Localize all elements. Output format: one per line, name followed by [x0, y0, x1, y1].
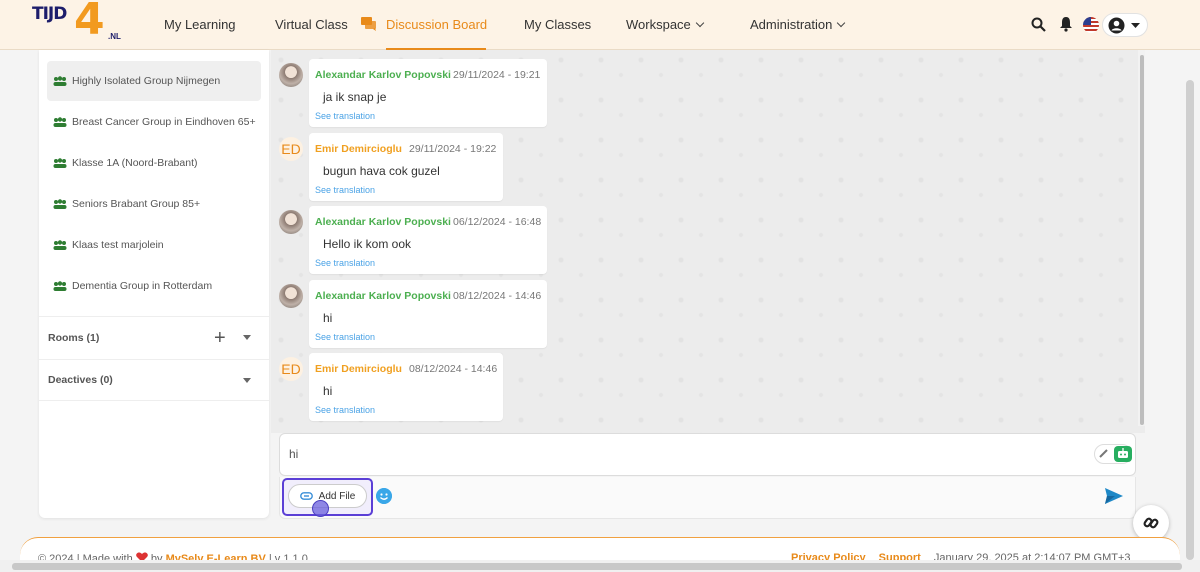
message-timestamp: 29/11/2024 - 19:21 [453, 69, 541, 81]
search-icon[interactable] [1031, 17, 1046, 32]
message-author[interactable]: Alexandar Karlov Popovski [315, 216, 451, 228]
message-text: hi [323, 384, 333, 398]
message-bubble: Emir Demircioglu 08/12/2024 - 14:46 hi S… [309, 353, 503, 421]
chevron-down-icon[interactable] [243, 335, 251, 340]
message-bubble: Alexandar Karlov Popovski 08/12/2024 - 1… [309, 280, 547, 348]
message-timestamp: 06/12/2024 - 16:48 [453, 216, 542, 228]
top-navbar: TIJD 4 .NL My Learning Virtual Class Dis… [0, 0, 1200, 50]
deactives-section-header[interactable]: Deactives (0) [39, 359, 269, 401]
group-icon [53, 76, 67, 86]
message-author[interactable]: Emir Demircioglu [315, 143, 402, 155]
composer-actions [279, 477, 1136, 519]
group-icon [53, 199, 67, 209]
nav-my-learning[interactable]: My Learning [164, 0, 236, 50]
nav-my-classes[interactable]: My Classes [524, 0, 591, 50]
avatar[interactable] [279, 284, 303, 308]
see-translation-link[interactable]: See translation [315, 332, 375, 342]
message-timestamp: 08/12/2024 - 14:46 [409, 363, 498, 375]
rooms-section-header[interactable]: Rooms (1) + [39, 316, 269, 358]
group-item[interactable]: Seniors Brabant Group 85+ [47, 184, 261, 224]
message-text: bugun hava cok guzel [323, 164, 440, 178]
nav-administration[interactable]: Administration [750, 0, 846, 50]
bell-icon[interactable] [1059, 16, 1073, 32]
add-room-icon[interactable]: + [214, 328, 226, 348]
group-icon [53, 240, 67, 250]
see-translation-link[interactable]: See translation [315, 185, 375, 195]
tijd4-logo[interactable]: TIJD 4 .NL [28, 0, 124, 46]
nav-discussion-board[interactable]: Discussion Board [386, 0, 487, 50]
message-text: ja ik snap je [323, 90, 387, 104]
nav-virtual-class[interactable]: Virtual Class [275, 0, 348, 50]
chevron-down-icon [695, 18, 705, 28]
group-icon [53, 158, 67, 168]
emoji-icon[interactable] [376, 488, 392, 504]
message-timestamp: 29/11/2024 - 19:22 [409, 143, 497, 155]
user-account-icon [1108, 17, 1125, 34]
see-translation-link[interactable]: See translation [315, 111, 375, 121]
message-input[interactable]: hi [279, 433, 1136, 476]
see-translation-link[interactable]: See translation [315, 405, 375, 415]
group-item[interactable]: Klaas test marjolein [47, 225, 261, 265]
group-item[interactable]: Breast Cancer Group in Eindhoven 65+ [47, 102, 261, 142]
group-item[interactable]: Klasse 1A (Noord-Brabant) [47, 143, 261, 183]
paperclip-icon [299, 492, 313, 500]
bot-icon[interactable] [1114, 446, 1132, 462]
us-flag-icon[interactable] [1083, 17, 1099, 33]
message-author[interactable]: Emir Demircioglu [315, 363, 402, 375]
group-sidebar: Highly Isolated Group Nijmegen Breast Ca… [39, 50, 269, 518]
message-bubble: Emir Demircioglu 29/11/2024 - 19:22 bugu… [309, 133, 503, 201]
group-icon [53, 117, 67, 127]
group-icon [53, 281, 67, 291]
message-timestamp: 08/12/2024 - 14:46 [453, 290, 542, 302]
send-icon[interactable] [1105, 488, 1123, 504]
message-bubble: Alexandar Karlov Popovski 06/12/2024 - 1… [309, 206, 547, 274]
caret-down-icon [1131, 23, 1140, 28]
group-item[interactable]: Highly Isolated Group Nijmegen [47, 61, 261, 101]
message-author[interactable]: Alexandar Karlov Popovski [315, 290, 451, 302]
discussion-board-icon [361, 17, 376, 31]
link-icon [1143, 517, 1159, 529]
avatar[interactable]: ED [279, 357, 303, 381]
page-vertical-scrollbar[interactable] [1186, 80, 1194, 560]
message-text: Hello ik kom ook [323, 237, 412, 251]
cursor-click-indicator [312, 500, 329, 517]
chevron-down-icon [837, 18, 846, 28]
avatar[interactable] [279, 210, 303, 234]
see-translation-link[interactable]: See translation [315, 258, 375, 268]
message-text: hi [323, 311, 333, 325]
avatar[interactable]: ED [279, 137, 303, 161]
chevron-down-icon[interactable] [243, 378, 251, 383]
group-item[interactable]: Dementia Group in Rotterdam [47, 266, 261, 306]
message-bubble: Alexandar Karlov Popovski 29/11/2024 - 1… [309, 59, 547, 127]
message-author[interactable]: Alexandar Karlov Popovski [315, 69, 451, 81]
page-horizontal-scrollbar[interactable] [0, 560, 1200, 572]
user-menu-button[interactable] [1102, 13, 1148, 37]
pencil-icon[interactable] [1099, 449, 1108, 458]
avatar[interactable] [279, 63, 303, 87]
chat-scrollbar-thumb[interactable] [1140, 55, 1144, 425]
nav-workspace[interactable]: Workspace [626, 0, 705, 50]
floating-action-button[interactable] [1133, 505, 1169, 541]
